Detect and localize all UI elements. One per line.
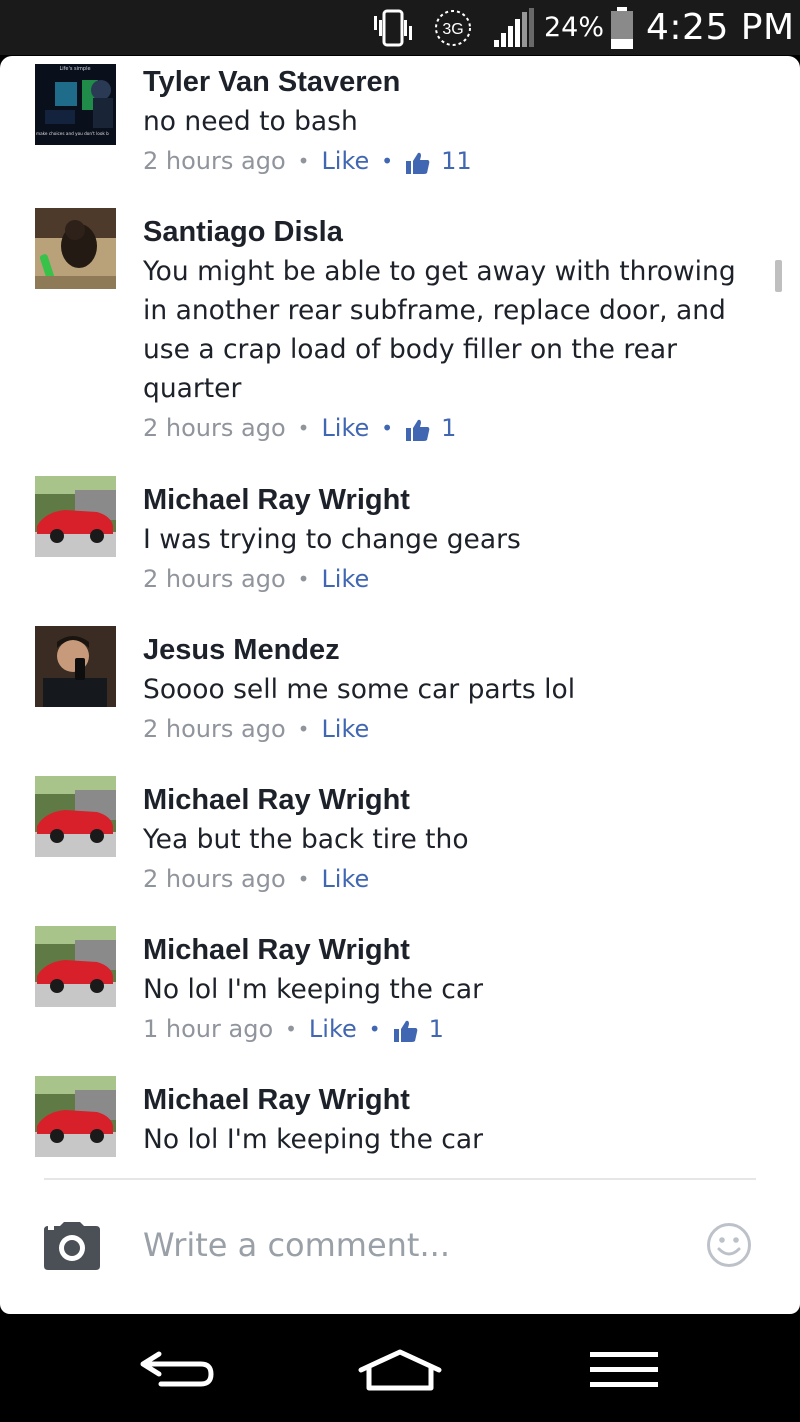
comment-time[interactable]: 2 hours ago — [143, 408, 286, 448]
avatar-caption-bottom: make choices and you don't look b — [36, 131, 109, 136]
like-count[interactable]: 1 — [429, 1009, 444, 1049]
comment-text: Yea but the back tire tho — [143, 824, 469, 855]
separator-dot: • — [381, 416, 394, 440]
comment-author[interactable]: Michael Ray Wright — [143, 780, 753, 820]
status-bar: 3G 24% 4:25 PM — [0, 0, 800, 55]
avatar[interactable]: Life's simple make choices and you don't… — [35, 64, 116, 145]
comment-meta: 2 hours ago • Like • 1 — [143, 408, 753, 448]
comments-panel: Life's simple make choices and you don't… — [0, 56, 800, 1314]
comment-time[interactable]: 2 hours ago — [143, 141, 286, 181]
camera-icon[interactable] — [44, 1222, 100, 1270]
separator-dot: • — [297, 717, 310, 741]
comment-input[interactable] — [143, 1218, 683, 1272]
comment-author[interactable]: Santiago Disla — [143, 212, 753, 252]
emoji-icon[interactable] — [706, 1222, 752, 1268]
avatar[interactable] — [35, 1076, 116, 1157]
battery-icon — [608, 0, 636, 55]
comment-time[interactable]: 2 hours ago — [143, 859, 286, 899]
comment-author[interactable]: Michael Ray Wright — [143, 930, 753, 970]
comment-text: No lol I'm keeping the car — [143, 1124, 484, 1155]
comment-author[interactable]: Michael Ray Wright — [143, 1080, 753, 1120]
comment-meta: 1 hour ago • Like • 1 — [143, 1009, 753, 1049]
signal-icon — [490, 0, 540, 55]
avatar[interactable] — [35, 926, 116, 1007]
like-button[interactable]: Like — [321, 559, 369, 599]
separator-dot: • — [297, 867, 310, 891]
3g-data-icon: 3G — [430, 0, 480, 55]
separator-dot: • — [285, 1017, 297, 1041]
like-button[interactable]: Like — [321, 408, 369, 448]
comment-author[interactable]: Tyler Van Staveren — [143, 62, 753, 102]
comment-time[interactable]: 1 hour ago — [143, 1009, 273, 1049]
comment-text: I was trying to change gears — [143, 524, 521, 555]
scrollbar[interactable] — [775, 260, 782, 292]
comment-author[interactable]: Michael Ray Wright — [143, 480, 753, 520]
comment-meta: 2 hours ago • Like — [143, 859, 753, 899]
separator-dot: • — [368, 1017, 381, 1041]
avatar[interactable] — [35, 208, 116, 289]
comment-meta: 2 hours ago • Like • 11 — [143, 141, 753, 181]
comment-author[interactable]: Jesus Mendez — [143, 630, 753, 670]
avatar[interactable] — [35, 776, 116, 857]
network-label: 3G — [442, 21, 463, 38]
home-icon[interactable] — [352, 1342, 448, 1398]
separator-dot: • — [297, 567, 310, 591]
thumbs-up-icon[interactable] — [393, 1016, 419, 1042]
comment-time[interactable]: 2 hours ago — [143, 709, 286, 749]
battery-percent: 24% — [544, 12, 605, 43]
comment-list[interactable]: Life's simple make choices and you don't… — [0, 56, 800, 1158]
navigation-bar — [0, 1314, 800, 1422]
avatar-caption-top: Life's simple — [59, 66, 90, 72]
back-icon[interactable] — [130, 1342, 220, 1398]
menu-icon[interactable] — [582, 1342, 666, 1398]
thumbs-up-icon[interactable] — [405, 415, 431, 441]
comment-meta: 2 hours ago • Like — [143, 559, 753, 599]
comment-time[interactable]: 2 hours ago — [143, 559, 286, 599]
like-button[interactable]: Like — [321, 859, 369, 899]
comment-composer — [0, 1180, 800, 1312]
comment-meta: 2 hours ago • Like — [143, 709, 753, 749]
separator-dot: • — [381, 149, 394, 173]
thumbs-up-icon[interactable] — [405, 148, 431, 174]
comment-text: No lol I'm keeping the car — [143, 974, 484, 1005]
avatar[interactable] — [35, 626, 116, 707]
vibrate-icon — [370, 0, 420, 55]
like-button[interactable]: Like — [321, 709, 369, 749]
clock: 4:25 PM — [646, 7, 795, 48]
like-button[interactable]: Like — [321, 141, 369, 181]
like-button[interactable]: Like — [309, 1009, 357, 1049]
avatar[interactable] — [35, 476, 116, 557]
comment-text: Soooo sell me some car parts lol — [143, 674, 576, 705]
comment-text: You might be able to get away with throw… — [143, 256, 736, 404]
separator-dot: • — [297, 416, 310, 440]
comment-text: no need to bash — [143, 106, 358, 137]
like-count[interactable]: 1 — [441, 408, 456, 448]
separator-dot: • — [297, 149, 310, 173]
like-count[interactable]: 11 — [441, 141, 472, 181]
